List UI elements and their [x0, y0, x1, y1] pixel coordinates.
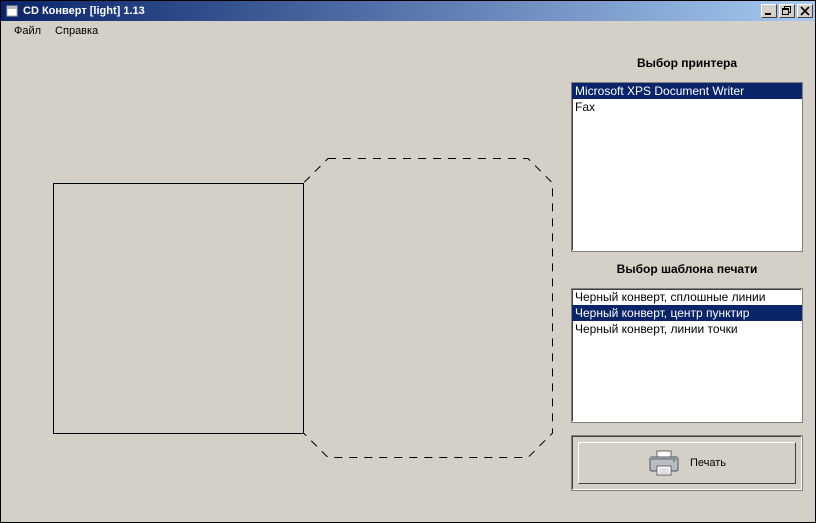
printer-section-label: Выбор принтера	[571, 54, 803, 74]
app-icon	[5, 4, 19, 18]
print-button[interactable]: Печать	[578, 442, 796, 484]
title-bar: CD Конверт [light] 1.13	[1, 1, 815, 21]
print-button-frame: Печать	[571, 435, 803, 491]
close-button[interactable]	[797, 4, 813, 18]
list-item[interactable]: Fax	[572, 99, 802, 115]
minimize-button[interactable]	[761, 4, 777, 18]
print-button-label: Печать	[690, 457, 726, 469]
list-item[interactable]: Черный конверт, центр пунктир	[572, 305, 802, 321]
envelope-preview	[53, 158, 553, 458]
list-item[interactable]: Microsoft XPS Document Writer	[572, 83, 802, 99]
printer-icon	[648, 450, 680, 476]
template-section-label: Выбор шаблона печати	[571, 260, 803, 280]
restore-button[interactable]	[779, 4, 795, 18]
window-title: CD Конверт [light] 1.13	[23, 5, 761, 17]
preview-area	[11, 48, 571, 512]
menu-file[interactable]: Файл	[7, 23, 48, 39]
menu-help[interactable]: Справка	[48, 23, 105, 39]
template-list[interactable]: Черный конверт, сплошные линииЧерный кон…	[571, 288, 803, 423]
list-item[interactable]: Черный конверт, линии точки	[572, 321, 802, 337]
printer-list[interactable]: Microsoft XPS Document WriterFax	[571, 82, 803, 252]
menu-bar: Файл Справка	[1, 21, 815, 40]
list-item[interactable]: Черный конверт, сплошные линии	[572, 289, 802, 305]
client-area: Выбор принтера Microsoft XPS Document Wr…	[1, 40, 815, 522]
